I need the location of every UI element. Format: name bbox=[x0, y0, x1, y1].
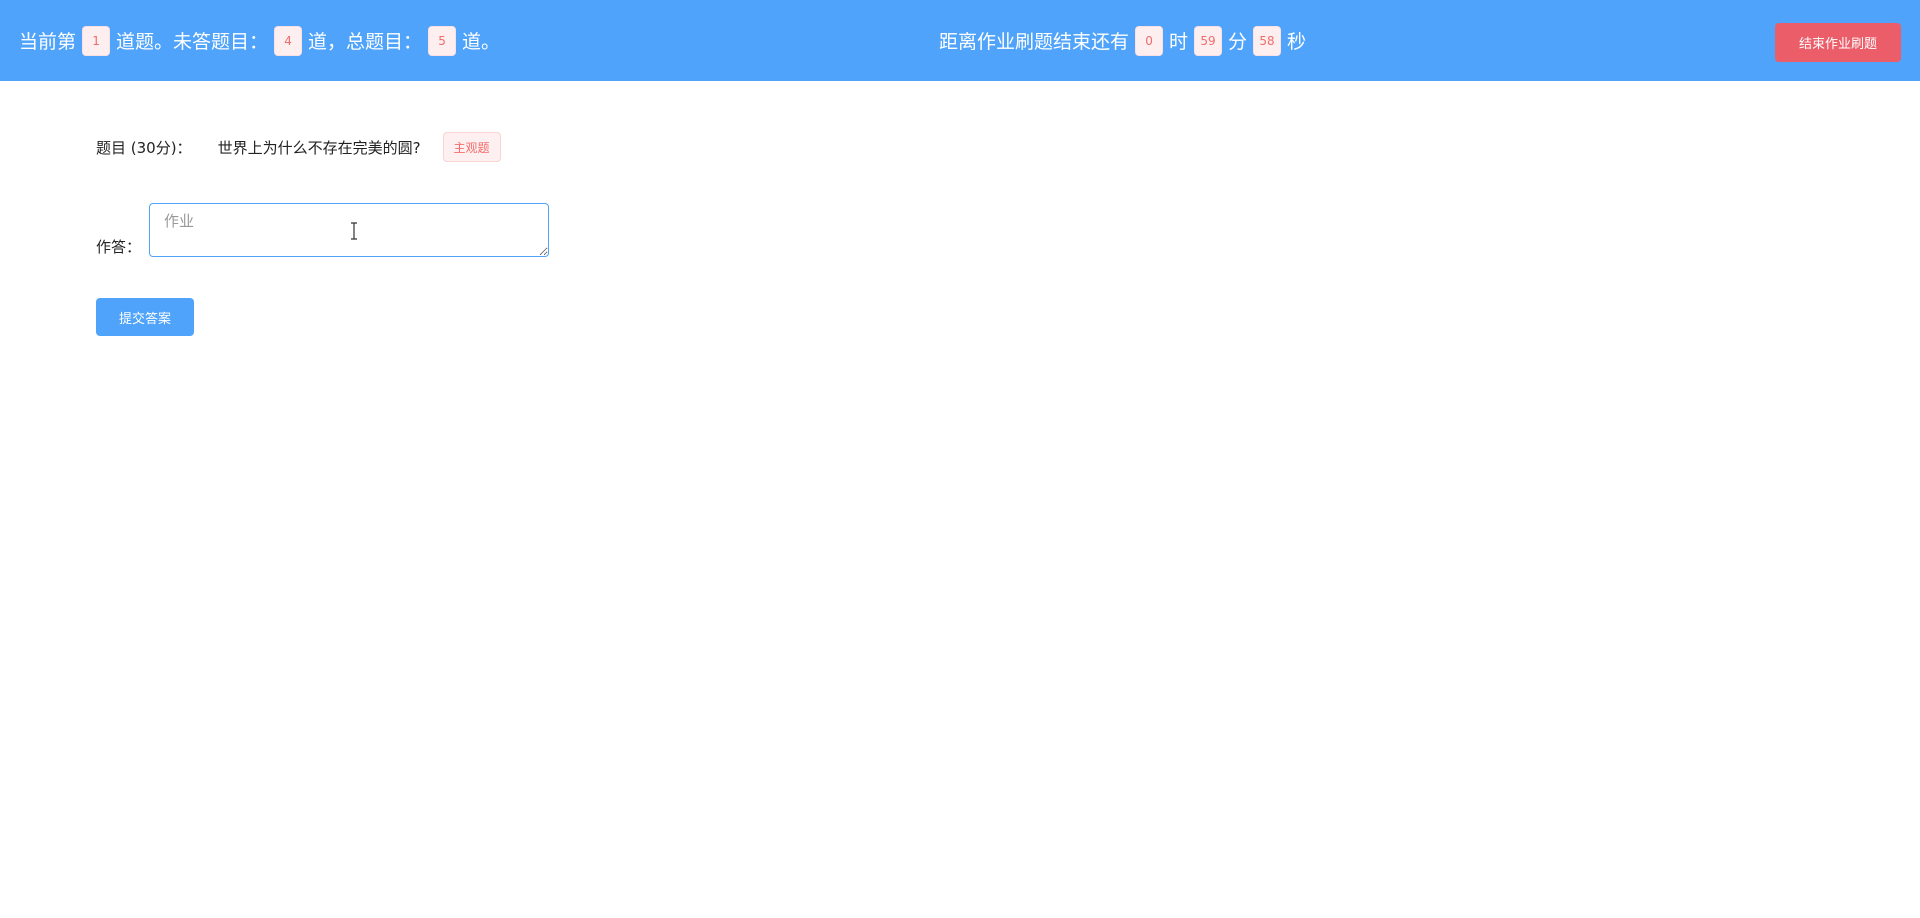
progress-after-current: 道题。未答题目： bbox=[116, 31, 269, 53]
question-progress: 当前第 1 道题。未答题目： 4 道，总题目： 5 道。 bbox=[19, 0, 500, 81]
timer-minutes: 59 bbox=[1194, 25, 1223, 56]
question-type-tag: 主观题 bbox=[442, 132, 501, 162]
unanswered-count: 4 bbox=[274, 25, 303, 56]
current-question-number: 1 bbox=[82, 25, 111, 56]
question-label: 题目 (30分)： bbox=[96, 138, 192, 157]
top-bar: 当前第 1 道题。未答题目： 4 道，总题目： 5 道。 距离作业刷题结束还有 … bbox=[0, 0, 1920, 81]
total-count: 5 bbox=[428, 25, 457, 56]
timer-seconds: 58 bbox=[1253, 25, 1282, 56]
timer-prefix: 距离作业刷题结束还有 bbox=[939, 31, 1130, 53]
timer-hours: 0 bbox=[1135, 25, 1164, 56]
progress-suffix: 道。 bbox=[462, 31, 501, 53]
timer-hours-unit: 时 bbox=[1169, 31, 1189, 53]
progress-after-unanswered: 道，总题目： bbox=[308, 31, 423, 53]
question-row: 题目 (30分)： 世界上为什么不存在完美的圆? 主观题 bbox=[96, 131, 501, 163]
progress-prefix: 当前第 bbox=[19, 31, 77, 53]
submit-answer-button[interactable]: 提交答案 bbox=[96, 298, 194, 336]
countdown-timer: 距离作业刷题结束还有 0 时 59 分 58 秒 bbox=[939, 0, 1306, 81]
answer-label: 作答： bbox=[96, 238, 142, 256]
text-cursor-icon bbox=[351, 222, 357, 240]
timer-seconds-unit: 秒 bbox=[1287, 31, 1307, 53]
timer-minutes-unit: 分 bbox=[1228, 31, 1248, 53]
end-practice-button[interactable]: 结束作业刷题 bbox=[1775, 23, 1901, 62]
question-text: 世界上为什么不存在完美的圆? bbox=[217, 138, 421, 157]
